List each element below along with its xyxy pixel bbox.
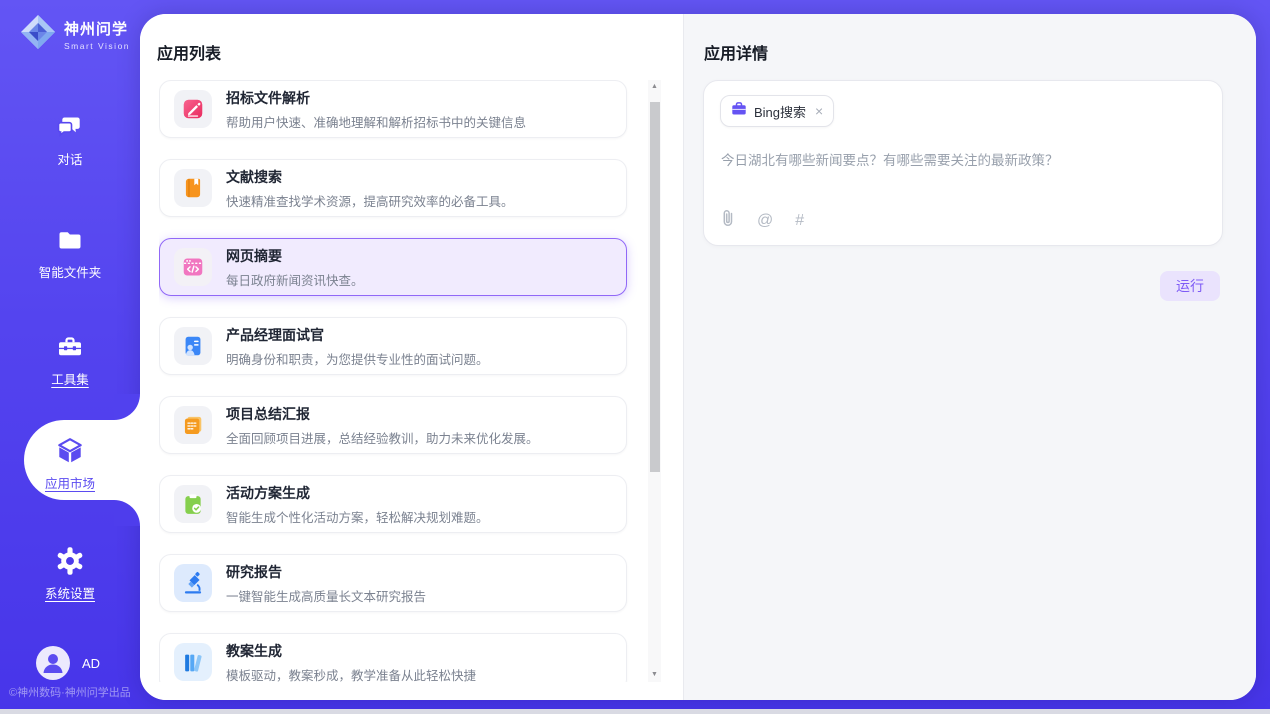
mention-icon[interactable]: @ — [757, 211, 773, 231]
resume-person-icon — [174, 327, 212, 365]
app-card-description: 智能生成个性化活动方案，轻松解决规划难题。 — [226, 507, 489, 526]
sidebar-item-chat[interactable]: 对话 — [0, 112, 140, 168]
sidebar-item-label: 应用市场 — [0, 473, 140, 492]
book-icon — [174, 169, 212, 207]
app-card-title: 文献搜索 — [226, 167, 514, 187]
tool-tag-label: Bing搜索 — [754, 102, 806, 121]
books-icon — [174, 643, 212, 681]
user-row[interactable]: AD — [36, 646, 100, 680]
app-card[interactable]: 研究报告一键智能生成高质量长文本研究报告 — [159, 554, 627, 612]
sidebar-item-label: 对话 — [0, 149, 140, 168]
sidebar-item-gear[interactable]: 系统设置 — [0, 546, 140, 602]
person-icon — [36, 646, 70, 680]
sidebar: 神州问学 Smart Vision 对话智能文件夹工具集应用市场系统设置 AD … — [0, 0, 140, 714]
app-card-title: 研究报告 — [226, 562, 426, 582]
scroll-down-arrow[interactable]: ▼ — [648, 669, 661, 681]
scroll-up-arrow[interactable]: ▲ — [648, 81, 661, 93]
sticky-note-icon — [174, 406, 212, 444]
pen-doc-icon — [174, 90, 212, 128]
app-logo: 神州问学 Smart Vision — [18, 12, 130, 57]
folder-icon — [0, 225, 140, 255]
app-card-title: 教案生成 — [226, 641, 476, 661]
app-card-description: 每日政府新闻资讯快查。 — [226, 270, 364, 289]
sidebar-item-folder[interactable]: 智能文件夹 — [0, 225, 140, 281]
gear-icon — [0, 546, 140, 576]
app-card[interactable]: 招标文件解析帮助用户快速、准确地理解和解析招标书中的关键信息 — [159, 80, 627, 138]
hash-icon[interactable]: # — [795, 211, 804, 231]
query-input[interactable]: 今日湖北有哪些新闻要点？有哪些需要关注的最新政策？ — [721, 151, 1206, 170]
app-card[interactable]: 产品经理面试官明确身份和职责，为您提供专业性的面试问题。 — [159, 317, 627, 375]
user-initials: AD — [82, 656, 100, 671]
diamond-logo-icon — [18, 12, 58, 57]
app-detail-title: 应用详情 — [704, 40, 768, 64]
app-card[interactable]: 活动方案生成智能生成个性化活动方案，轻松解决规划难题。 — [159, 475, 627, 533]
app-card-title: 网页摘要 — [226, 246, 364, 266]
sidebar-item-cube[interactable]: 应用市场 — [0, 436, 140, 492]
window-bottom-edge — [0, 709, 1270, 714]
close-icon[interactable]: × — [815, 103, 823, 119]
cube-icon — [0, 436, 140, 466]
app-card[interactable]: 项目总结汇报全面回顾项目进展，总结经验教训，助力未来优化发展。 — [159, 396, 627, 454]
app-card-description: 快速精准查找学术资源，提高研究效率的必备工具。 — [226, 191, 514, 210]
app-card-description: 模板驱动，教案秒成，教学准备从此轻松快捷 — [226, 665, 476, 683]
app-card-list: 招标文件解析帮助用户快速、准确地理解和解析招标书中的关键信息文献搜索快速精准查找… — [159, 80, 647, 682]
toolbox-icon — [0, 332, 140, 362]
tool-tag-bing-search[interactable]: Bing搜索 × — [720, 95, 834, 127]
app-card-title: 项目总结汇报 — [226, 404, 539, 424]
scrollbar-thumb[interactable] — [650, 102, 660, 472]
copyright-footer: ©神州数码·神州问学出品 — [9, 684, 131, 700]
clipboard-check-icon — [174, 485, 212, 523]
main-content: 应用列表 招标文件解析帮助用户快速、准确地理解和解析招标书中的关键信息文献搜索快… — [140, 14, 1256, 700]
app-card-title: 产品经理面试官 — [226, 325, 489, 345]
brand-subtitle: Smart Vision — [64, 41, 130, 51]
avatar[interactable] — [36, 646, 70, 680]
input-toolbar: @ # — [720, 208, 804, 233]
microscope-icon — [174, 564, 212, 602]
app-card-description: 帮助用户快速、准确地理解和解析招标书中的关键信息 — [226, 112, 526, 131]
sidebar-item-label: 系统设置 — [0, 583, 140, 602]
briefcase-icon — [731, 101, 747, 122]
run-button[interactable]: 运行 — [1160, 271, 1220, 301]
chat-icon — [0, 112, 140, 142]
app-list-panel: 应用列表 招标文件解析帮助用户快速、准确地理解和解析招标书中的关键信息文献搜索快… — [140, 14, 683, 700]
app-card-description: 明确身份和职责，为您提供专业性的面试问题。 — [226, 349, 489, 368]
browser-code-icon — [174, 248, 212, 286]
app-card-description: 一键智能生成高质量长文本研究报告 — [226, 586, 426, 605]
sidebar-item-label: 智能文件夹 — [0, 262, 140, 281]
sidebar-item-label: 工具集 — [0, 369, 140, 388]
app-card-description: 全面回顾项目进展，总结经验教训，助力未来优化发展。 — [226, 428, 539, 447]
prompt-input-card: Bing搜索 × 今日湖北有哪些新闻要点？有哪些需要关注的最新政策？ @ # — [703, 80, 1223, 246]
app-card[interactable]: 网页摘要每日政府新闻资讯快查。 — [159, 238, 627, 296]
app-card[interactable]: 教案生成模板驱动，教案秒成，教学准备从此轻松快捷 — [159, 633, 627, 682]
app-list-title: 应用列表 — [157, 40, 221, 64]
attachment-icon[interactable] — [720, 208, 735, 233]
sidebar-item-toolbox[interactable]: 工具集 — [0, 332, 140, 388]
brand-name: 神州问学 — [64, 18, 130, 39]
app-card-title: 活动方案生成 — [226, 483, 489, 503]
app-card[interactable]: 文献搜索快速精准查找学术资源，提高研究效率的必备工具。 — [159, 159, 627, 217]
app-detail-panel: 应用详情 Bing搜索 × 今日湖北有哪些新闻要点？有哪些需要关注的最新政策？ — [683, 14, 1256, 700]
app-card-title: 招标文件解析 — [226, 88, 526, 108]
scrollbar[interactable]: ▲ ▼ — [648, 80, 661, 682]
